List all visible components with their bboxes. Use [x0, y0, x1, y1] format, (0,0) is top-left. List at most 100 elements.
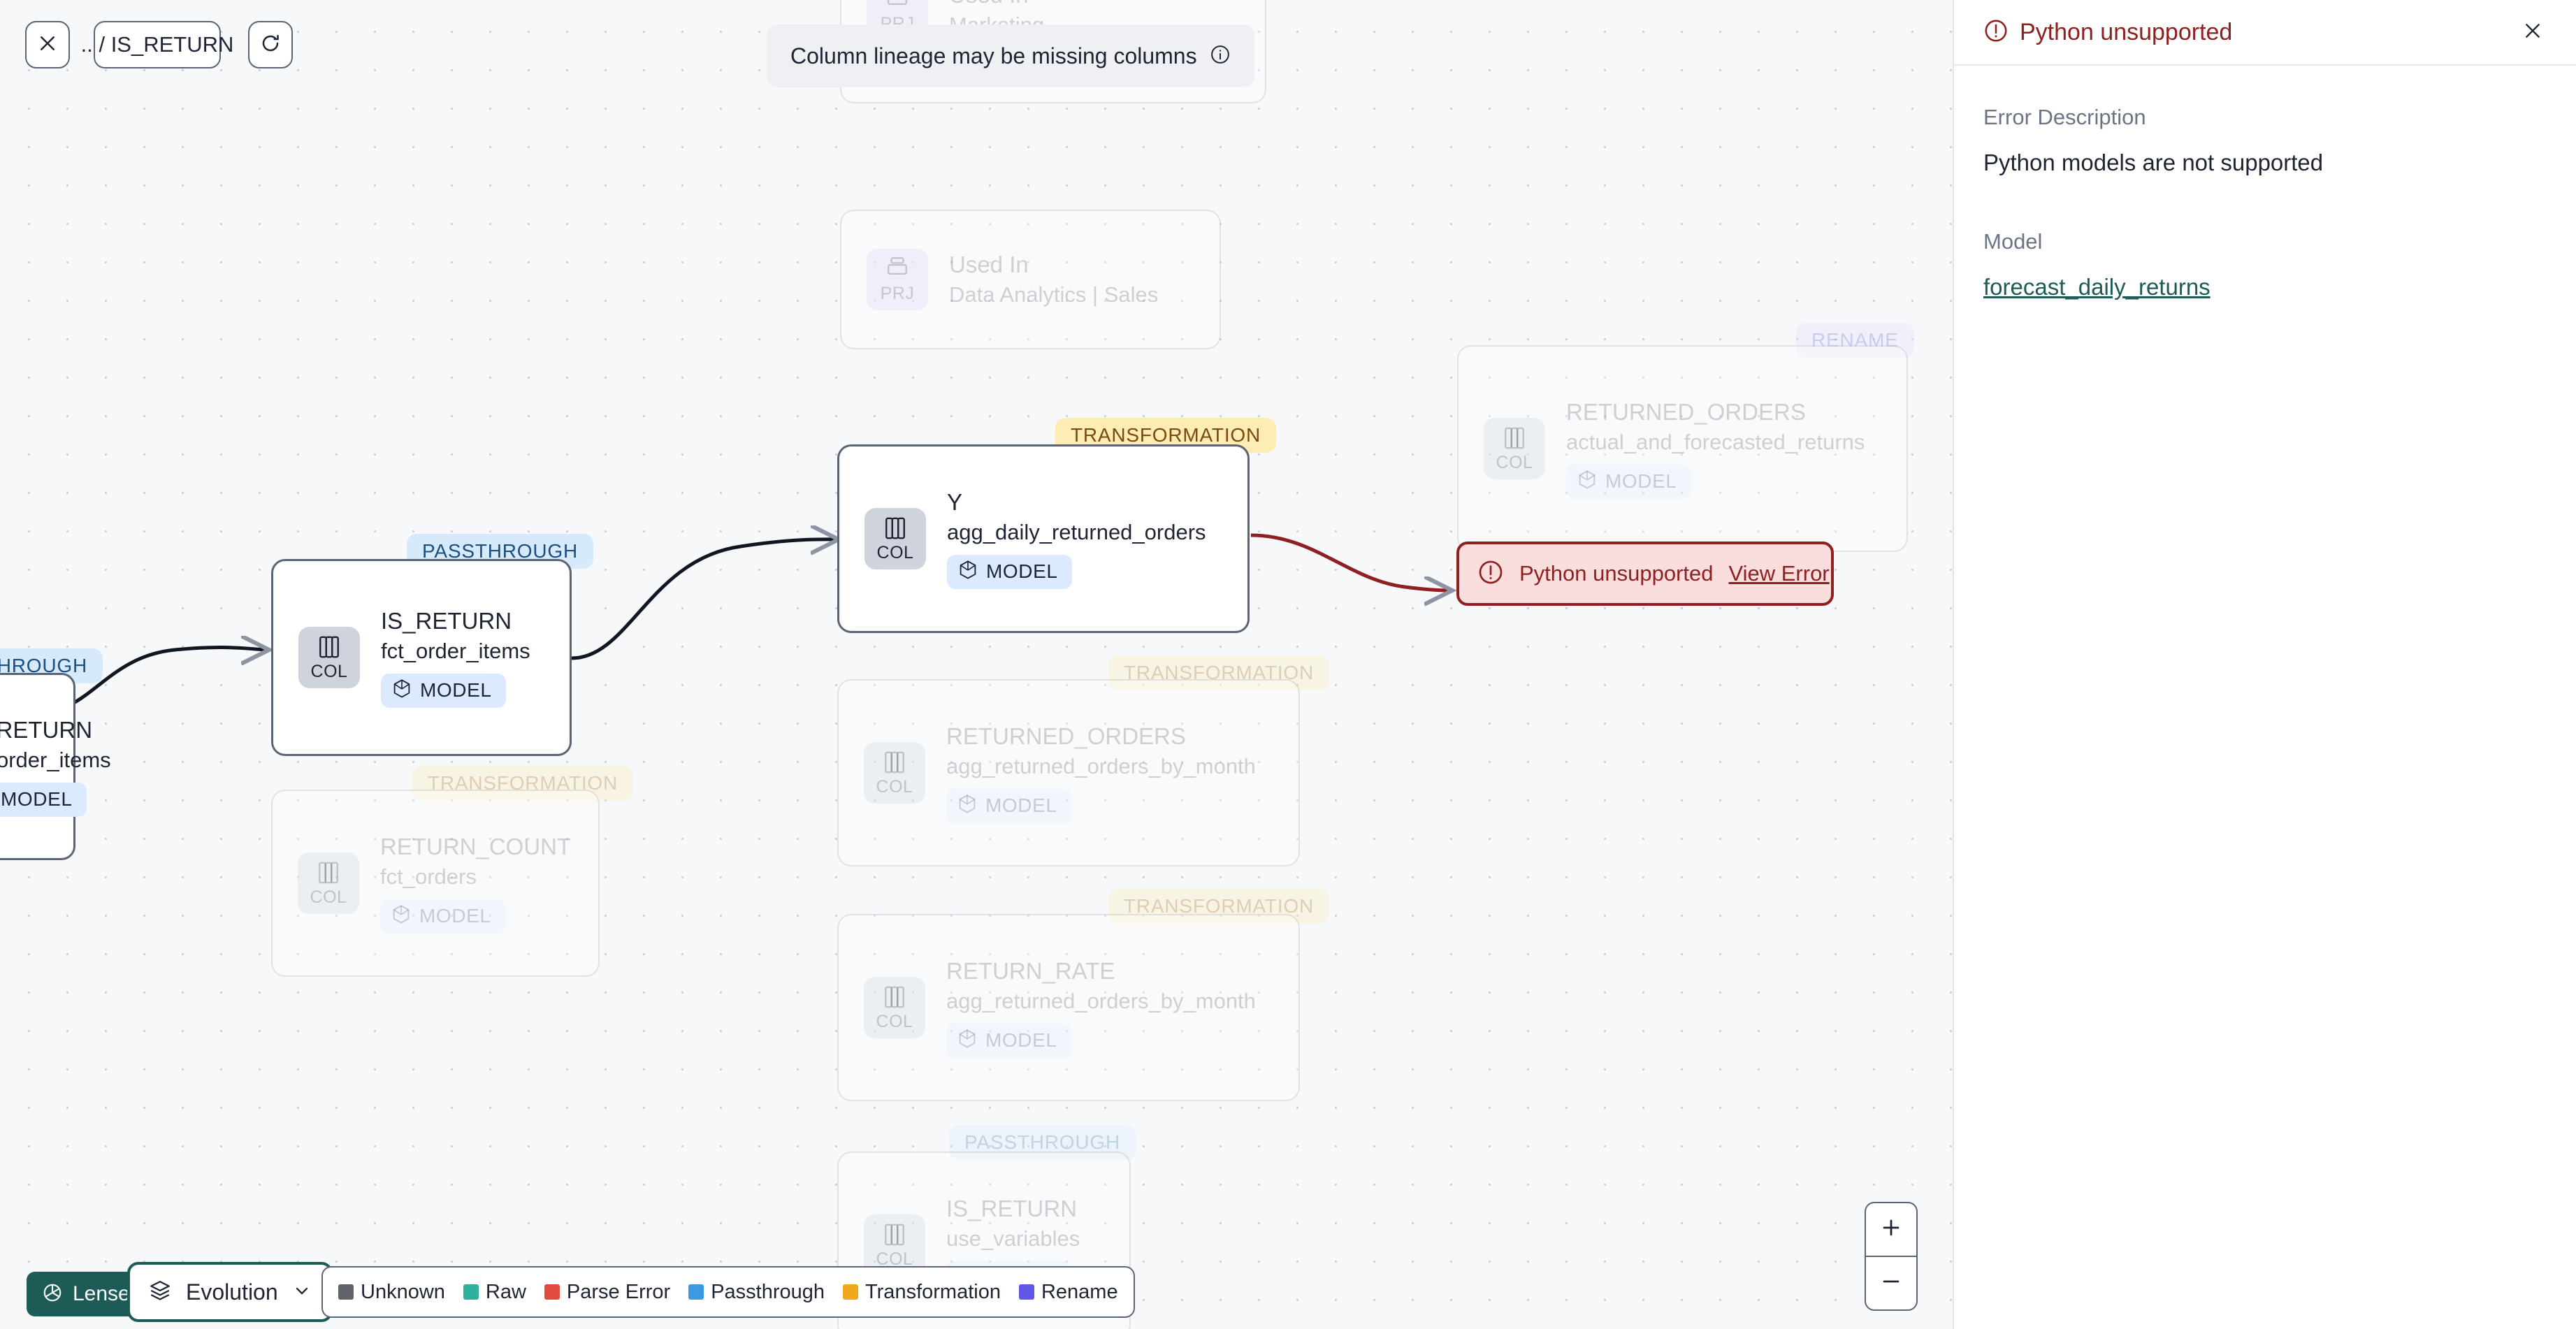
- evolution-label: Evolution: [186, 1279, 278, 1305]
- view-error-link[interactable]: View Error: [1729, 561, 1830, 586]
- zoom-out-button[interactable]: [1866, 1257, 1916, 1309]
- node-model-label: MODEL: [985, 794, 1057, 816]
- breadcrumb[interactable]: .. / IS_RETURN: [81, 21, 233, 68]
- error-details-panel: Python unsupported Error Description Pyt…: [1953, 0, 2576, 1329]
- legend-label: Rename: [1041, 1280, 1118, 1303]
- error-description-label: Error Description: [1983, 105, 2146, 129]
- node-model-label: MODEL: [420, 679, 492, 701]
- chevron-down-icon: [292, 1281, 312, 1304]
- node-table-name: agg_daily_returned_orders: [947, 519, 1206, 544]
- legend-item: Rename: [1018, 1280, 1118, 1304]
- cube-icon: [1577, 470, 1597, 494]
- column-icon: [883, 749, 906, 776]
- cube-icon: [392, 678, 412, 703]
- col-chip-label: COL: [876, 776, 913, 797]
- cube-icon: [391, 904, 411, 929]
- legend-swatch: [544, 1284, 560, 1300]
- lineage-node-y-agg-daily-returned-orders[interactable]: COL Y agg_daily_returned_orders MODEL: [837, 444, 1250, 633]
- lineage-node-is-return-fct-order-items-partial[interactable]: COL IS_RETURN fct_order_items MODEL: [0, 673, 111, 860]
- node-model-label: MODEL: [986, 560, 1058, 582]
- alert-circle-icon: [1477, 559, 1504, 589]
- legend-label: Raw: [485, 1280, 526, 1303]
- plus-icon: [1879, 1216, 1903, 1243]
- legend-label: Passthrough: [711, 1280, 825, 1303]
- column-icon: [883, 515, 907, 542]
- col-type-chip: COL: [864, 977, 925, 1038]
- node-column-name: RETURN_RATE: [946, 957, 1115, 984]
- refresh-icon: [260, 33, 281, 57]
- col-chip-label: COL: [876, 1011, 913, 1031]
- breadcrumb-label: .. / IS_RETURN: [80, 32, 234, 57]
- lineage-node-return-count-fct-orders[interactable]: COL RETURN_COUNT fct_orders MODEL: [271, 790, 600, 977]
- col-type-chip: COL: [1484, 418, 1545, 479]
- panel-close-button[interactable]: [2515, 14, 2551, 50]
- close-lineage-button[interactable]: [25, 21, 70, 68]
- canvas-error-pill[interactable]: Python unsupported View Error: [1456, 542, 1834, 606]
- col-chip-label: COL: [1496, 452, 1533, 472]
- zoom-controls[interactable]: [1865, 1202, 1918, 1311]
- prj-type-chip: PRJ: [867, 249, 928, 310]
- col-type-chip: COL: [864, 508, 926, 569]
- cube-icon: [958, 560, 978, 584]
- layers-icon: [148, 1279, 172, 1306]
- node-model-pill: MODEL: [0, 782, 87, 817]
- column-icon: [883, 984, 906, 1010]
- node-column-name: RETURNED_ORDERS: [946, 722, 1186, 749]
- column-icon: [317, 859, 340, 886]
- node-table-name: fct_order_items: [381, 638, 530, 663]
- column-icon: [883, 1221, 906, 1248]
- legend-label: Transformation: [865, 1280, 1001, 1303]
- lineage-canvas[interactable]: PASSTHROUGH COL IS_RETURN fct_order_item…: [0, 0, 1953, 1329]
- legend-item: Parse Error: [544, 1281, 670, 1304]
- col-chip-label: COL: [310, 887, 347, 907]
- project-icon: [885, 255, 909, 282]
- zoom-in-button[interactable]: [1866, 1203, 1916, 1256]
- lineage-node-return-rate-agg-by-month[interactable]: COL RETURN_RATE agg_returned_orders_by_m…: [837, 914, 1300, 1101]
- node-column-name: RETURNED_ORDERS: [1566, 398, 1806, 425]
- close-icon: [37, 33, 58, 57]
- column-icon: [317, 634, 341, 660]
- evolution-dropdown[interactable]: Evolution: [127, 1262, 333, 1322]
- legend-label: Unknown: [361, 1280, 445, 1303]
- panel-body: Error Description Python models are not …: [1954, 66, 2576, 300]
- refresh-button[interactable]: [248, 21, 293, 68]
- col-type-chip: COL: [864, 742, 925, 804]
- model-label: Model: [1983, 229, 2043, 254]
- column-icon: [1503, 425, 1526, 451]
- legend-item: Unknown: [338, 1281, 445, 1304]
- model-link[interactable]: forecast_daily_returns: [1983, 274, 2210, 300]
- node-model-pill: MODEL: [947, 554, 1072, 589]
- lineage-node-returned-orders-agg-by-month[interactable]: COL RETURNED_ORDERS agg_returned_orders_…: [837, 679, 1300, 866]
- close-icon: [2521, 20, 2544, 45]
- info-icon[interactable]: [1210, 44, 1231, 68]
- legend-swatch: [463, 1284, 479, 1300]
- lineage-warning-toast: Column lineage may be missing columns: [767, 24, 1254, 87]
- lineage-node-used-in-data-analytics-sales[interactable]: PRJ Used In Data Analytics | Sales: [840, 210, 1221, 349]
- col-type-chip: COL: [298, 627, 360, 688]
- node-model-pill: MODEL: [380, 899, 505, 934]
- node-model-pill: MODEL: [946, 788, 1071, 823]
- node-model-label: MODEL: [1605, 470, 1677, 492]
- lineage-node-is-return-fct-order-items[interactable]: COL IS_RETURN fct_order_items MODEL: [271, 559, 572, 756]
- node-column-name: Used In: [949, 252, 1029, 277]
- legend-item: Transformation: [843, 1281, 1001, 1304]
- legend-swatch: [688, 1284, 704, 1300]
- lineage-node-returned-orders-actual-and-forecasted[interactable]: COL RETURNED_ORDERS actual_and_forecaste…: [1457, 345, 1908, 552]
- node-model-label: MODEL: [985, 1029, 1057, 1051]
- col-chip-label: COL: [876, 542, 914, 562]
- error-description-value: Python models are not supported: [1983, 150, 2324, 175]
- node-table-name: Data Analytics | Sales: [949, 282, 1159, 307]
- lens-icon: [42, 1282, 63, 1307]
- legend-item: Raw: [463, 1281, 526, 1304]
- cube-icon: [957, 794, 977, 818]
- node-model-pill: MODEL: [381, 673, 506, 708]
- node-table-name: actual_and_forecasted_returns: [1566, 429, 1865, 454]
- node-column-name: IS_RETURN: [0, 716, 93, 743]
- prj-chip-label: PRJ: [880, 284, 915, 303]
- lineage-legend: Unknown Raw Parse Error Passthrough Tran…: [321, 1266, 1135, 1318]
- node-table-name: fct_orders: [380, 864, 477, 889]
- node-table-name: fct_order_items: [0, 747, 111, 772]
- node-model-label: MODEL: [419, 905, 491, 927]
- node-column-name: IS_RETURN: [381, 607, 512, 634]
- node-table-name: agg_returned_orders_by_month: [946, 988, 1256, 1013]
